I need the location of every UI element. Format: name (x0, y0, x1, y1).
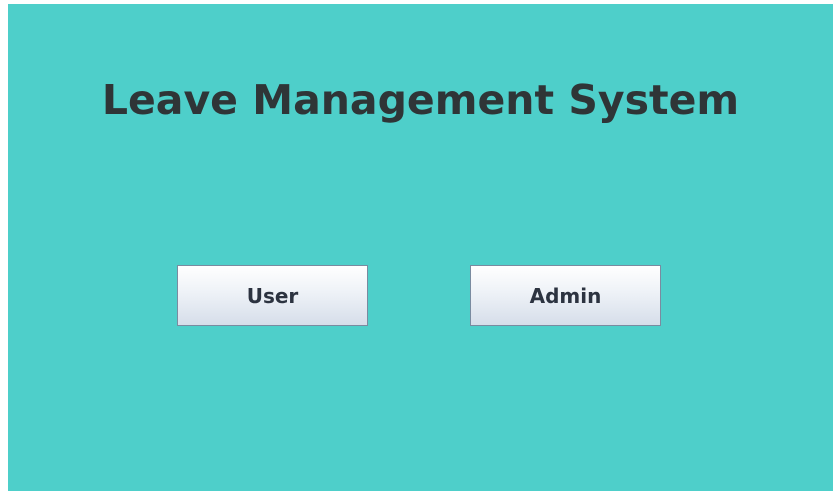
user-button[interactable]: User (177, 265, 368, 326)
admin-button[interactable]: Admin (470, 265, 661, 326)
main-window: Leave Management System User Admin (8, 4, 833, 491)
page-title: Leave Management System (101, 76, 740, 124)
